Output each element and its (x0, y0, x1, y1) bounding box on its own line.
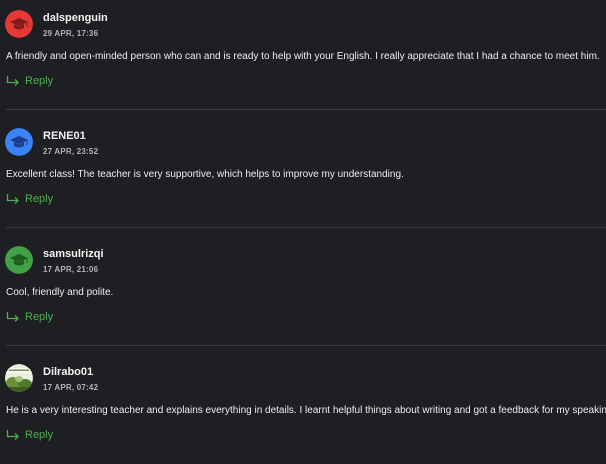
comment-username[interactable]: samsulrizqi (43, 248, 104, 260)
reply-arrow-icon (6, 312, 19, 322)
comments-feed: dalspenguin 29 APR, 17:36 A friendly and… (0, 0, 606, 464)
reply-button[interactable]: Reply (6, 427, 53, 443)
comment-item: Dilrabo01 17 APR, 07:42 He is a very int… (0, 354, 606, 464)
comment-text: A friendly and open-minded person who ca… (6, 51, 600, 62)
reply-button[interactable]: Reply (6, 309, 53, 325)
avatar[interactable] (5, 10, 33, 38)
comment-username[interactable]: Dilrabo01 (43, 366, 93, 378)
reply-button[interactable]: Reply (6, 73, 53, 89)
comment-text: He is a very interesting teacher and exp… (6, 405, 606, 416)
comment-timestamp: 17 APR, 07:42 (43, 383, 99, 392)
comment-text: Cool, friendly and polite. (6, 287, 114, 298)
comment-item: RENE01 27 APR, 23:52 Excellent class! Th… (0, 118, 606, 236)
graduation-cap-icon (5, 128, 33, 156)
comment-username[interactable]: dalspenguin (43, 12, 108, 24)
reply-label: Reply (25, 311, 54, 323)
avatar[interactable] (5, 246, 33, 274)
reply-label: Reply (25, 193, 54, 205)
reply-arrow-icon (6, 430, 19, 440)
avatar[interactable] (5, 364, 33, 392)
comment-timestamp: 27 APR, 23:52 (43, 147, 99, 156)
comment-timestamp: 17 APR, 21:06 (43, 265, 99, 274)
graduation-cap-icon (5, 10, 33, 38)
reply-label: Reply (25, 75, 54, 87)
comment-item: samsulrizqi 17 APR, 21:06 Cool, friendly… (0, 236, 606, 354)
reply-label: Reply (25, 429, 54, 441)
user-photo-icon (5, 364, 33, 392)
avatar[interactable] (5, 128, 33, 156)
comment-divider (6, 227, 606, 228)
comment-divider (6, 345, 606, 346)
graduation-cap-icon (5, 246, 33, 274)
reply-arrow-icon (6, 194, 19, 204)
comment-username[interactable]: RENE01 (43, 130, 86, 142)
reply-arrow-icon (6, 76, 19, 86)
comment-divider (6, 109, 606, 110)
comment-item: dalspenguin 29 APR, 17:36 A friendly and… (0, 0, 606, 118)
reply-button[interactable]: Reply (6, 191, 53, 207)
comment-text: Excellent class! The teacher is very sup… (6, 169, 404, 180)
comment-timestamp: 29 APR, 17:36 (43, 29, 99, 38)
